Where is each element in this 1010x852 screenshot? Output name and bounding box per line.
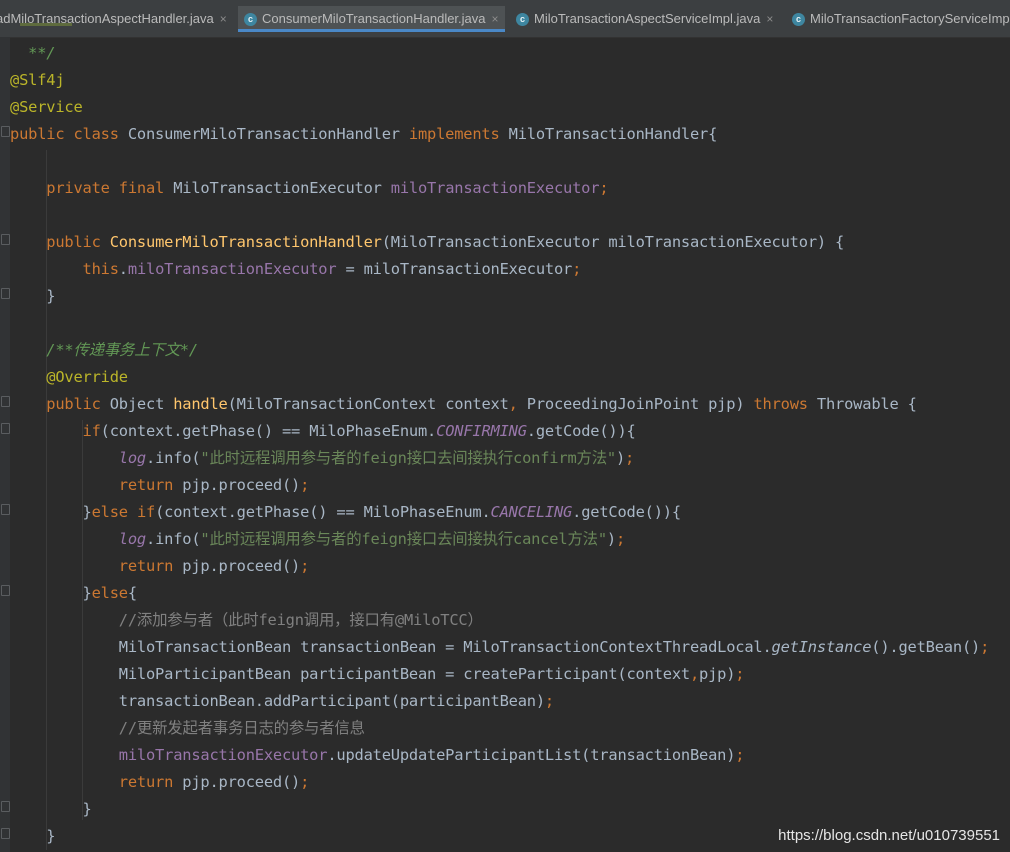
code-line: @Slf4j xyxy=(10,71,65,89)
code-line: this.miloTransactionExecutor = miloTrans… xyxy=(82,260,582,278)
code-line: miloTransactionExecutor.updateUpdatePart… xyxy=(118,746,745,764)
code-line: transactionBean.addParticipant(participa… xyxy=(118,692,554,710)
code-line: log.info("此时远程调用参与者的feign接口去间接执行confirm方… xyxy=(118,449,635,467)
code-line: /**传递事务上下文*/ xyxy=(46,341,198,359)
code-line: } xyxy=(82,800,92,818)
code-line: @Override xyxy=(46,368,128,386)
code-line: }else if(context.getPhase() == MiloPhase… xyxy=(82,503,682,521)
fold-marker-icon[interactable] xyxy=(1,585,10,596)
fold-marker-icon[interactable] xyxy=(1,126,10,137)
code-line: //添加参与者（此时feign调用，接口有@MiloTCC） xyxy=(118,611,483,629)
code-line: public ConsumerMiloTransactionHandler(Mi… xyxy=(46,233,845,251)
code-line: log.info("此时远程调用参与者的feign接口去间接执行cancel方法… xyxy=(118,530,626,548)
fold-marker-icon[interactable] xyxy=(1,288,10,299)
fold-marker-icon[interactable] xyxy=(1,801,10,812)
code-line: private final MiloTransactionExecutor mi… xyxy=(46,179,609,197)
tab-factory-service-impl[interactable]: c MiloTransactionFactoryServiceImp xyxy=(792,6,1010,32)
close-icon[interactable]: × xyxy=(220,12,227,26)
watermark: https://blog.csdn.net/u010739551 xyxy=(778,827,1000,844)
tab-label: MiloTransactionAspectServiceImpl.java xyxy=(534,11,761,26)
code-line: } xyxy=(46,827,56,845)
close-icon[interactable]: × xyxy=(492,12,499,26)
code-line: @Service xyxy=(10,98,83,116)
code-line: MiloTransactionBean transactionBean = Mi… xyxy=(118,638,990,656)
partial-line xyxy=(20,18,180,27)
fold-marker-icon[interactable] xyxy=(1,234,10,245)
code-line: return pjp.proceed(); xyxy=(118,557,310,575)
fold-marker-icon[interactable] xyxy=(1,396,10,407)
class-icon: c xyxy=(244,13,257,27)
fold-marker-icon[interactable] xyxy=(1,504,10,515)
tab-label: ConsumerMiloTransactionHandler.java xyxy=(262,11,486,26)
code-line: MiloParticipantBean participantBean = cr… xyxy=(118,665,745,683)
tab-consumer-handler[interactable]: c ConsumerMiloTransactionHandler.java × xyxy=(238,6,505,32)
code-line: public class ConsumerMiloTransactionHand… xyxy=(10,125,718,143)
code-line: //更新发起者事务日志的参与者信息 xyxy=(118,719,365,737)
class-icon: c xyxy=(792,13,805,27)
code-line: } xyxy=(46,287,56,305)
code-line: }else{ xyxy=(82,584,138,602)
code-line: if(context.getPhase() == MiloPhaseEnum.C… xyxy=(82,422,636,440)
fold-marker-icon[interactable] xyxy=(1,828,10,839)
tab-aspect-service-impl[interactable]: c MiloTransactionAspectServiceImpl.java × xyxy=(516,6,773,32)
code-line: public Object handle(MiloTransactionCont… xyxy=(46,395,917,413)
code-line: return pjp.proceed(); xyxy=(118,773,310,791)
fold-gutter xyxy=(0,37,10,852)
class-icon: c xyxy=(516,13,529,27)
tab-label: MiloTransactionFactoryServiceImp xyxy=(810,11,1010,26)
fold-marker-icon[interactable] xyxy=(1,423,10,434)
close-icon[interactable]: × xyxy=(766,12,773,26)
code-line: return pjp.proceed(); xyxy=(118,476,310,494)
code-line: **/ xyxy=(28,44,56,62)
